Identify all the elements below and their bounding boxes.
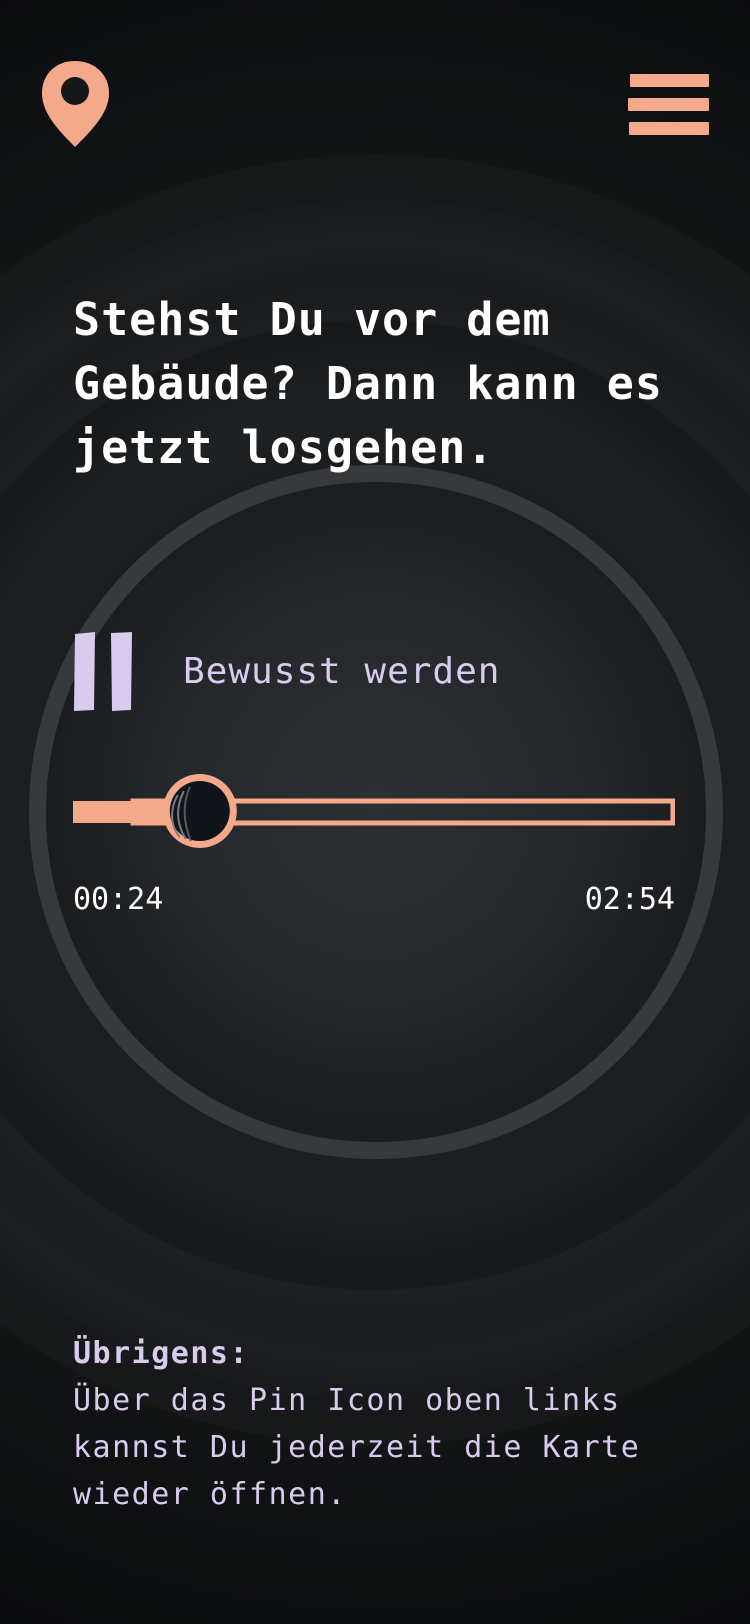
progress-knob[interactable] (162, 774, 237, 848)
current-time: 00:24 (73, 882, 164, 917)
note-body: Über das Pin Icon oben links kannst Du j… (73, 1383, 641, 1512)
hamburger-menu-icon[interactable] (628, 70, 711, 140)
total-time: 02:54 (584, 882, 675, 917)
headline: Stehst Du vor dem Gebäude? Dann kann es … (73, 293, 663, 474)
track-title: Bewusst werden (183, 651, 501, 692)
info-note: Übrigens: Über das Pin Icon oben links k… (73, 1330, 713, 1518)
pause-icon[interactable] (73, 632, 133, 712)
note-title: Übrigens: (73, 1336, 250, 1371)
map-pin-icon[interactable] (38, 58, 113, 150)
progress-slider[interactable] (73, 768, 675, 854)
